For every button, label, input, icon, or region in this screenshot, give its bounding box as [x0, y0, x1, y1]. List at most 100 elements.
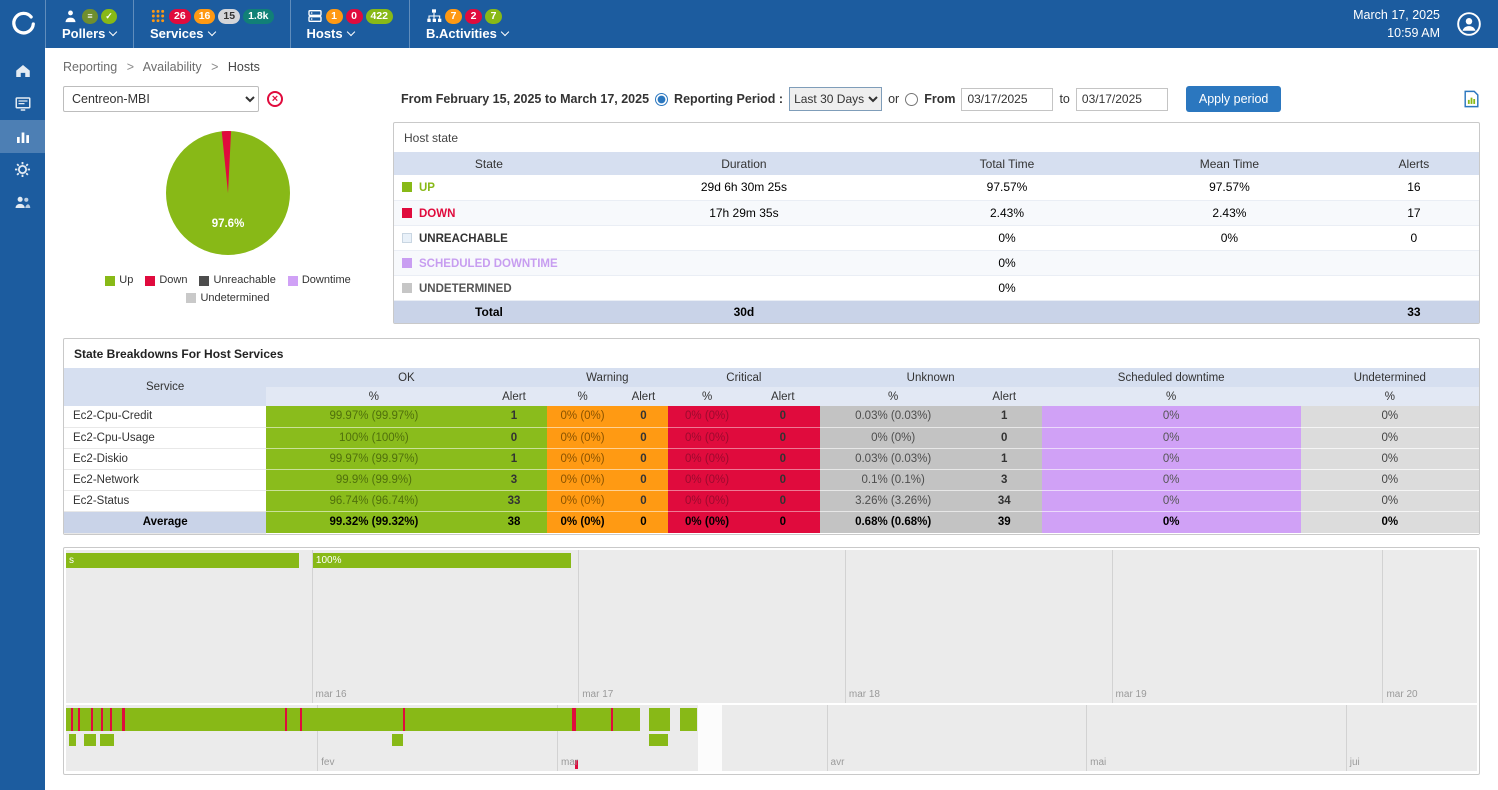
legend-downtime-label: Downtime — [302, 272, 351, 290]
menu-hosts[interactable]: 1 0 422 Hosts — [290, 0, 410, 48]
col-alerts: Alerts — [1349, 152, 1479, 175]
timeline-overview-chart[interactable]: fevmaravrmaijui — [66, 705, 1477, 771]
crit-pct: 0% (0%) — [668, 490, 746, 511]
state-label: UP — [419, 182, 435, 194]
unknown-alert: 3 — [967, 469, 1042, 490]
breakdown-table: Service OK Warning Critical Unknown Sche… — [64, 368, 1479, 534]
month-axis-label: fev — [321, 757, 334, 768]
current-date: March 17, 2025 — [1353, 6, 1440, 24]
month-axis-label: mar — [561, 757, 578, 768]
export-report-button[interactable] — [1463, 90, 1480, 108]
mean-time-value: 2.43% — [1110, 200, 1349, 225]
service-name[interactable]: Ec2-Network — [64, 469, 266, 490]
sub-col-alert: Alert — [619, 387, 669, 406]
sched-pct: 0% — [1042, 448, 1301, 469]
export-report-icon — [1463, 90, 1480, 108]
hosts-unreachable-badge[interactable]: 1 — [326, 9, 343, 24]
services-critical-badge[interactable]: 26 — [169, 9, 191, 24]
month-gridline — [827, 705, 828, 771]
overview-down-tick — [403, 708, 405, 731]
overview-down-tick — [71, 708, 73, 731]
chevron-down-icon — [346, 28, 354, 36]
unknown-alert: 39 — [967, 511, 1042, 533]
mean-time-value: 0% — [1110, 225, 1349, 250]
apply-period-button[interactable]: Apply period — [1186, 86, 1282, 112]
warn-alert: 0 — [619, 469, 669, 490]
undetermined-swatch — [402, 283, 412, 293]
sidebar-item-monitoring[interactable] — [0, 87, 45, 120]
service-name[interactable]: Ec2-Cpu-Credit — [64, 406, 266, 427]
sidebar-item-home[interactable] — [0, 54, 45, 87]
period-select[interactable]: Last 30 Days — [789, 87, 882, 111]
sub-col-percent: % — [668, 387, 746, 406]
mean-time-value — [1110, 275, 1349, 300]
breadcrumb-hosts: Hosts — [228, 60, 260, 74]
hosts-down-badge[interactable]: 0 — [346, 9, 363, 24]
timeline-zoom-chart[interactable]: mar 16mar 17mar 18mar 19mar 20s100% — [66, 550, 1477, 703]
availability-pie-chart: 97.6% — [163, 128, 293, 258]
alerts-value: 16 — [1349, 175, 1479, 200]
hosts-up-badge[interactable]: 422 — [366, 9, 394, 24]
service-name[interactable]: Ec2-Status — [64, 490, 266, 511]
host-select[interactable]: Centreon-MBI — [63, 86, 259, 112]
breadcrumb-reporting[interactable]: Reporting — [63, 60, 117, 74]
services-ok-badge[interactable]: 1.8k — [243, 9, 273, 24]
availability-bar: s — [66, 553, 299, 568]
table-row-scheduled-downtime: SCHEDULED DOWNTIME 0% — [394, 250, 1479, 275]
legend-undetermined-swatch — [186, 293, 196, 303]
table-row-up: UP 29d 6h 30m 25s 97.57% 97.57% 16 — [394, 175, 1479, 200]
duration-value — [584, 225, 904, 250]
menu-services[interactable]: 26 16 15 1.8k Services — [133, 0, 290, 48]
crit-pct: 0% (0%) — [668, 511, 746, 533]
warn-alert: 0 — [619, 511, 669, 533]
crit-alert: 0 — [746, 511, 820, 533]
warn-alert: 0 — [619, 490, 669, 511]
day-axis-label: mar 16 — [316, 689, 347, 700]
sidebar-item-administration[interactable] — [0, 186, 45, 219]
col-scheduled-downtime: Scheduled downtime — [1042, 368, 1301, 387]
sidebar-item-configuration[interactable] — [0, 153, 45, 186]
sidebar-item-reporting[interactable] — [0, 120, 45, 153]
reporting-period-radio[interactable] — [655, 93, 668, 106]
service-name[interactable]: Ec2-Diskio — [64, 448, 266, 469]
undet-pct: 0% — [1301, 448, 1479, 469]
ba-ok-badge[interactable]: 7 — [485, 9, 502, 24]
business-activities-icon — [426, 8, 442, 24]
centreon-logo[interactable] — [0, 0, 45, 48]
unknown-alert: 1 — [967, 448, 1042, 469]
warn-alert: 0 — [619, 448, 669, 469]
crit-alert: 0 — [746, 427, 820, 448]
legend-unreachable-swatch — [199, 276, 209, 286]
custom-period-radio[interactable] — [905, 93, 918, 106]
pollers-icon — [62, 8, 79, 25]
menu-bactivities[interactable]: 7 2 7 B.Activities — [409, 0, 524, 48]
from-label: From — [924, 92, 955, 106]
day-gridline — [1382, 550, 1383, 703]
overview-down-tick — [122, 708, 124, 731]
crit-alert: 0 — [746, 469, 820, 490]
ba-critical-badge[interactable]: 2 — [465, 9, 482, 24]
from-date-input[interactable] — [961, 88, 1053, 111]
total-label: Total — [394, 300, 584, 323]
ok-alert: 1 — [481, 448, 546, 469]
users-icon — [13, 193, 32, 212]
user-menu[interactable] — [1456, 11, 1482, 37]
overview-down-tick — [110, 708, 112, 731]
services-warning-badge[interactable]: 16 — [194, 9, 216, 24]
overview-selection-window[interactable] — [698, 705, 722, 771]
current-time: 10:59 AM — [1353, 24, 1440, 42]
breakdown-header-row-2: % Alert % Alert % Alert % Alert % % — [64, 387, 1479, 406]
menu-pollers[interactable]: ≡ ✓ Pollers — [45, 0, 133, 48]
month-gridline — [1346, 705, 1347, 771]
service-name[interactable]: Ec2-Cpu-Usage — [64, 427, 266, 448]
to-date-input[interactable] — [1076, 88, 1168, 111]
state-label: UNREACHABLE — [419, 233, 508, 245]
centreon-logo-icon — [10, 11, 36, 37]
duration-value — [584, 275, 904, 300]
breadcrumb-availability[interactable]: Availability — [143, 60, 202, 74]
sched-pct: 0% — [1042, 406, 1301, 427]
clear-host-icon[interactable]: × — [267, 91, 283, 107]
state-label: UNDETERMINED — [419, 283, 512, 295]
ba-warning-badge[interactable]: 7 — [445, 9, 462, 24]
services-pending-badge[interactable]: 15 — [218, 9, 240, 24]
